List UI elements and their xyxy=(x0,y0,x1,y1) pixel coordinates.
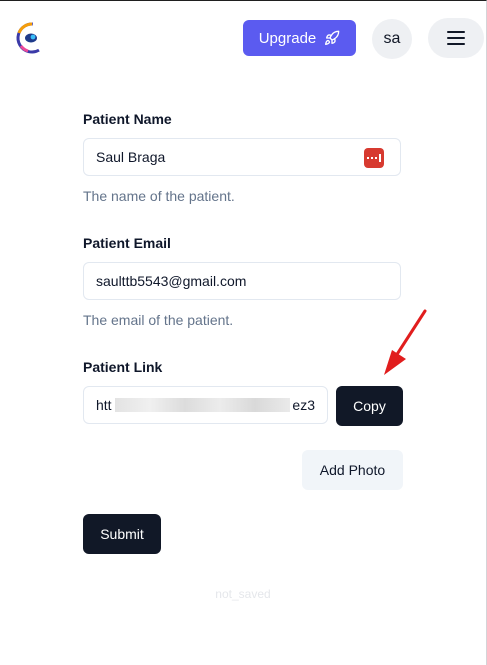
submit-label: Submit xyxy=(100,526,144,542)
copy-link-button[interactable]: Copy xyxy=(336,386,403,426)
rocket-icon xyxy=(325,30,340,45)
menu-button[interactable] xyxy=(428,18,484,58)
patient-link-value-start: htt xyxy=(96,397,112,413)
patient-link-label: Patient Link xyxy=(83,359,163,375)
add-photo-label: Add Photo xyxy=(319,462,386,478)
top-bar: Upgrade sa xyxy=(0,1,486,76)
patient-name-input[interactable]: Saul Braga xyxy=(83,138,401,176)
app-logo-icon[interactable] xyxy=(15,21,49,55)
submit-button[interactable]: Submit xyxy=(83,514,161,554)
patient-name-label: Patient Name xyxy=(83,111,172,127)
add-photo-button[interactable]: Add Photo xyxy=(302,450,403,490)
patient-name-help: The name of the patient. xyxy=(83,188,235,204)
password-manager-icon[interactable] xyxy=(364,148,384,168)
patient-email-label: Patient Email xyxy=(83,235,171,251)
patient-link-value-end: ez3 xyxy=(292,397,315,413)
redacted-link-segment xyxy=(115,398,290,412)
patient-email-input[interactable]: saulttb5543@gmail.com xyxy=(83,262,401,300)
patient-link-input[interactable]: htt ez3 xyxy=(83,386,328,424)
avatar-initials: sa xyxy=(383,30,401,47)
red-annotation-arrow-icon xyxy=(384,309,427,375)
hamburger-menu-icon xyxy=(447,31,465,45)
upgrade-button[interactable]: Upgrade xyxy=(243,20,356,56)
patient-email-help: The email of the patient. xyxy=(83,312,234,328)
patient-email-value: saulttb5543@gmail.com xyxy=(96,273,247,289)
save-status-text: not_saved xyxy=(215,587,271,601)
upgrade-label: Upgrade xyxy=(258,29,317,47)
patient-name-value: Saul Braga xyxy=(96,149,166,165)
user-avatar[interactable]: sa xyxy=(372,19,412,59)
copy-label: Copy xyxy=(353,398,386,414)
